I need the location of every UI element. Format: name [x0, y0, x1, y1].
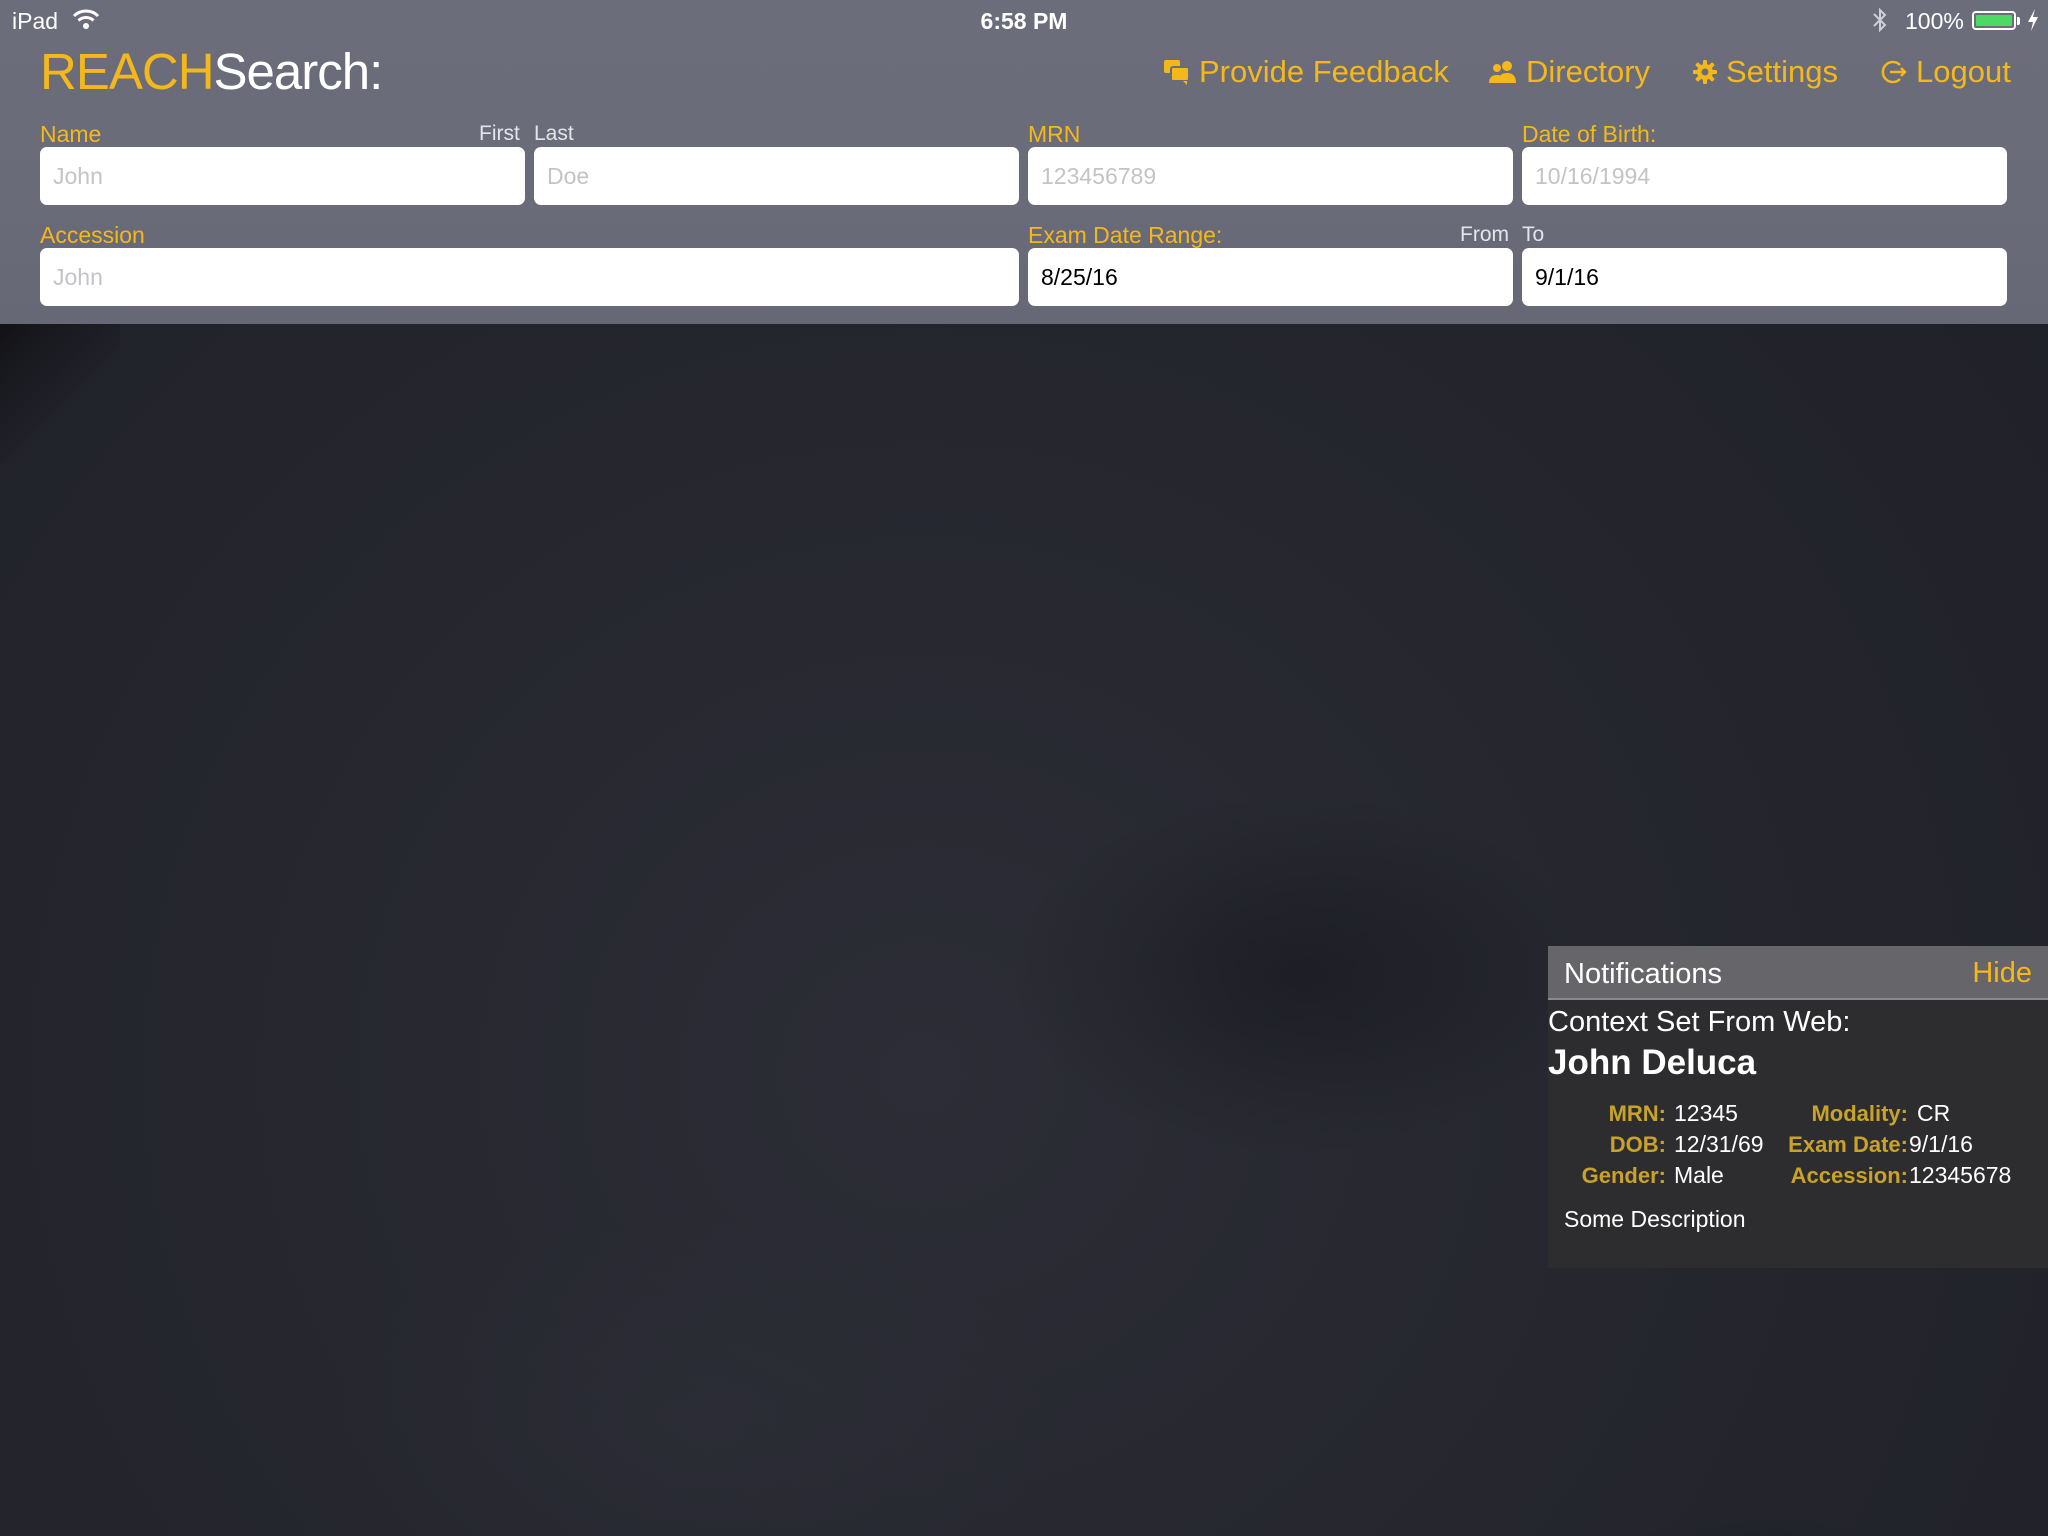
- exam-date-from-input[interactable]: [1028, 248, 1513, 306]
- mrn-value: 12345: [1674, 1100, 1738, 1126]
- name-label: Name: [40, 121, 102, 147]
- logout-label: Logout: [1916, 54, 2011, 89]
- to-label: To: [1522, 223, 1545, 246]
- provide-feedback-button[interactable]: Provide Feedback: [1163, 52, 1449, 92]
- settings-label: Settings: [1726, 54, 1839, 89]
- background-image: [0, 324, 2048, 1536]
- notifications-panel: Notifications Hide Context Set From Web:…: [1548, 946, 2048, 1268]
- battery-tip: [2017, 17, 2020, 25]
- notifications-title: Notifications: [1564, 958, 1722, 990]
- app-logo: REACHSearch:: [40, 42, 384, 101]
- background-shadow: [0, 324, 120, 464]
- exam-date-range-label: Exam Date Range:: [1028, 222, 1223, 248]
- accession-key: Accession:: [1790, 1163, 1908, 1188]
- dob-input[interactable]: [1522, 147, 2007, 205]
- first-name-input[interactable]: [40, 147, 525, 205]
- dob-value: 12/31/69: [1674, 1131, 1764, 1157]
- last-label: Last: [534, 122, 574, 145]
- exam-description: Some Description: [1564, 1206, 1746, 1232]
- logo-reach: REACH: [40, 43, 215, 100]
- dob-key: DOB:: [1609, 1132, 1666, 1157]
- logout-icon: [1881, 60, 1907, 84]
- logout-button[interactable]: Logout: [1880, 52, 2011, 92]
- exam-date-key: Exam Date:: [1788, 1132, 1908, 1157]
- from-label: From: [1460, 223, 1509, 246]
- status-bar: iPad 6:58 PM 100%: [0, 0, 2048, 40]
- directory-button[interactable]: Directory: [1488, 52, 1650, 92]
- gender-key: Gender:: [1581, 1163, 1666, 1188]
- hide-notifications-button[interactable]: Hide: [1972, 957, 2032, 990]
- search-panel: iPad 6:58 PM 100% REACHSearch: Provide F…: [0, 0, 2048, 324]
- settings-button[interactable]: Settings: [1692, 52, 1838, 92]
- last-name-input[interactable]: [534, 147, 1019, 205]
- clock: 6:58 PM: [980, 8, 1068, 34]
- mrn-key: MRN:: [1608, 1101, 1666, 1126]
- people-icon: [1489, 61, 1516, 83]
- gear-icon: [1693, 60, 1717, 84]
- battery-percent: 100%: [1905, 8, 1964, 34]
- mrn-input[interactable]: [1028, 147, 1513, 205]
- logo-search: Search:: [213, 43, 384, 100]
- first-label: First: [479, 122, 520, 145]
- charging-icon: [2028, 9, 2038, 31]
- notifications-header: Notifications Hide: [1548, 946, 2048, 1000]
- accession-label: Accession: [40, 222, 145, 248]
- context-source: Context Set From Web:: [1548, 1006, 1851, 1038]
- provide-feedback-label: Provide Feedback: [1199, 54, 1449, 89]
- battery-icon: [1972, 11, 2016, 30]
- accession-value: 12345678: [1909, 1162, 2012, 1188]
- exam-date-to-input[interactable]: [1522, 248, 2007, 306]
- gender-value: Male: [1674, 1162, 1724, 1188]
- directory-label: Directory: [1526, 54, 1651, 89]
- accession-input[interactable]: [40, 248, 1019, 306]
- feedback-icon: [1164, 60, 1190, 85]
- bluetooth-icon: [1873, 7, 1887, 33]
- dob-label: Date of Birth:: [1522, 121, 1657, 147]
- patient-name: John Deluca: [1548, 1043, 1757, 1082]
- modality-key: Modality:: [1811, 1101, 1908, 1126]
- modality-value: CR: [1917, 1100, 1951, 1126]
- mrn-label: MRN: [1028, 121, 1081, 147]
- exam-date-value: 9/1/16: [1909, 1131, 1973, 1157]
